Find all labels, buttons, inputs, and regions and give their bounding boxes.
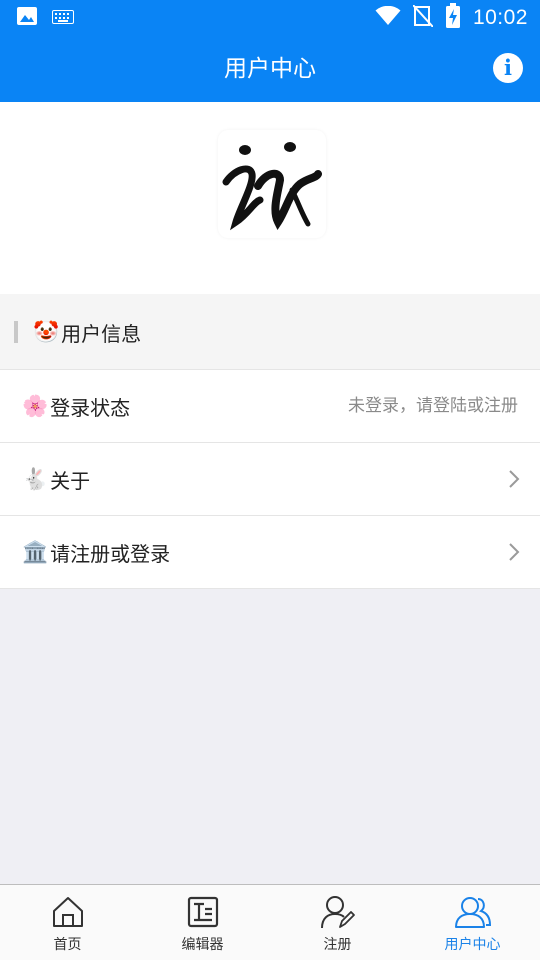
editor-icon — [187, 896, 218, 928]
image-icon — [16, 6, 38, 30]
info-icon[interactable]: i — [493, 53, 523, 83]
clown-emoji-icon: 🤡 — [33, 319, 60, 344]
page-title: 用户中心 — [224, 56, 316, 82]
section-accent-bar — [14, 321, 18, 343]
calligraphy-logo-icon — [222, 142, 322, 231]
rabbit-emoji-icon: 🐇 — [22, 467, 49, 491]
register-user-icon — [320, 896, 355, 929]
chevron-right-icon — [509, 543, 520, 561]
row-login-status[interactable]: 🌸 登录状态 未登录，请登陆或注册 — [0, 370, 540, 443]
bottom-nav: 首页 编辑器 注册 用户中心 — [0, 884, 540, 960]
battery-charging-icon — [445, 3, 461, 33]
flower-emoji-icon: 🌸 — [22, 394, 49, 418]
login-status-value: 未登录，请登陆或注册 — [348, 396, 518, 416]
row-label: 请注册或登录 — [50, 542, 171, 566]
status-time: 10:02 — [472, 6, 528, 29]
section-header-user-info: 🤡 用户信息 — [0, 294, 540, 370]
tab-home-label: 首页 — [53, 937, 82, 953]
logo-area — [0, 102, 540, 294]
chevron-right-icon — [509, 470, 520, 488]
tab-editor[interactable]: 编辑器 — [135, 885, 270, 960]
row-label: 登录状态 — [50, 396, 131, 420]
row-about[interactable]: 🐇 关于 — [0, 443, 540, 516]
status-bar: 10:02 — [0, 0, 540, 36]
wifi-icon — [375, 5, 401, 30]
tab-user-center[interactable]: 用户中心 — [405, 885, 540, 960]
tab-home[interactable]: 首页 — [0, 885, 135, 960]
tab-editor-label: 编辑器 — [181, 937, 224, 953]
bank-emoji-icon: 🏛️ — [22, 540, 49, 564]
keyboard-icon — [52, 9, 74, 28]
user-center-icon — [454, 897, 491, 928]
app-logo — [218, 130, 326, 238]
row-register-login[interactable]: 🏛️ 请注册或登录 — [0, 516, 540, 589]
tab-register-label: 注册 — [323, 937, 352, 953]
home-icon — [52, 897, 83, 927]
section-title: 用户信息 — [61, 321, 142, 346]
row-label: 关于 — [50, 469, 91, 493]
tab-register[interactable]: 注册 — [270, 885, 405, 960]
app-bar: 用户中心 i — [0, 36, 540, 102]
no-signal-icon — [412, 4, 434, 31]
tab-user-center-label: 用户中心 — [444, 937, 501, 953]
